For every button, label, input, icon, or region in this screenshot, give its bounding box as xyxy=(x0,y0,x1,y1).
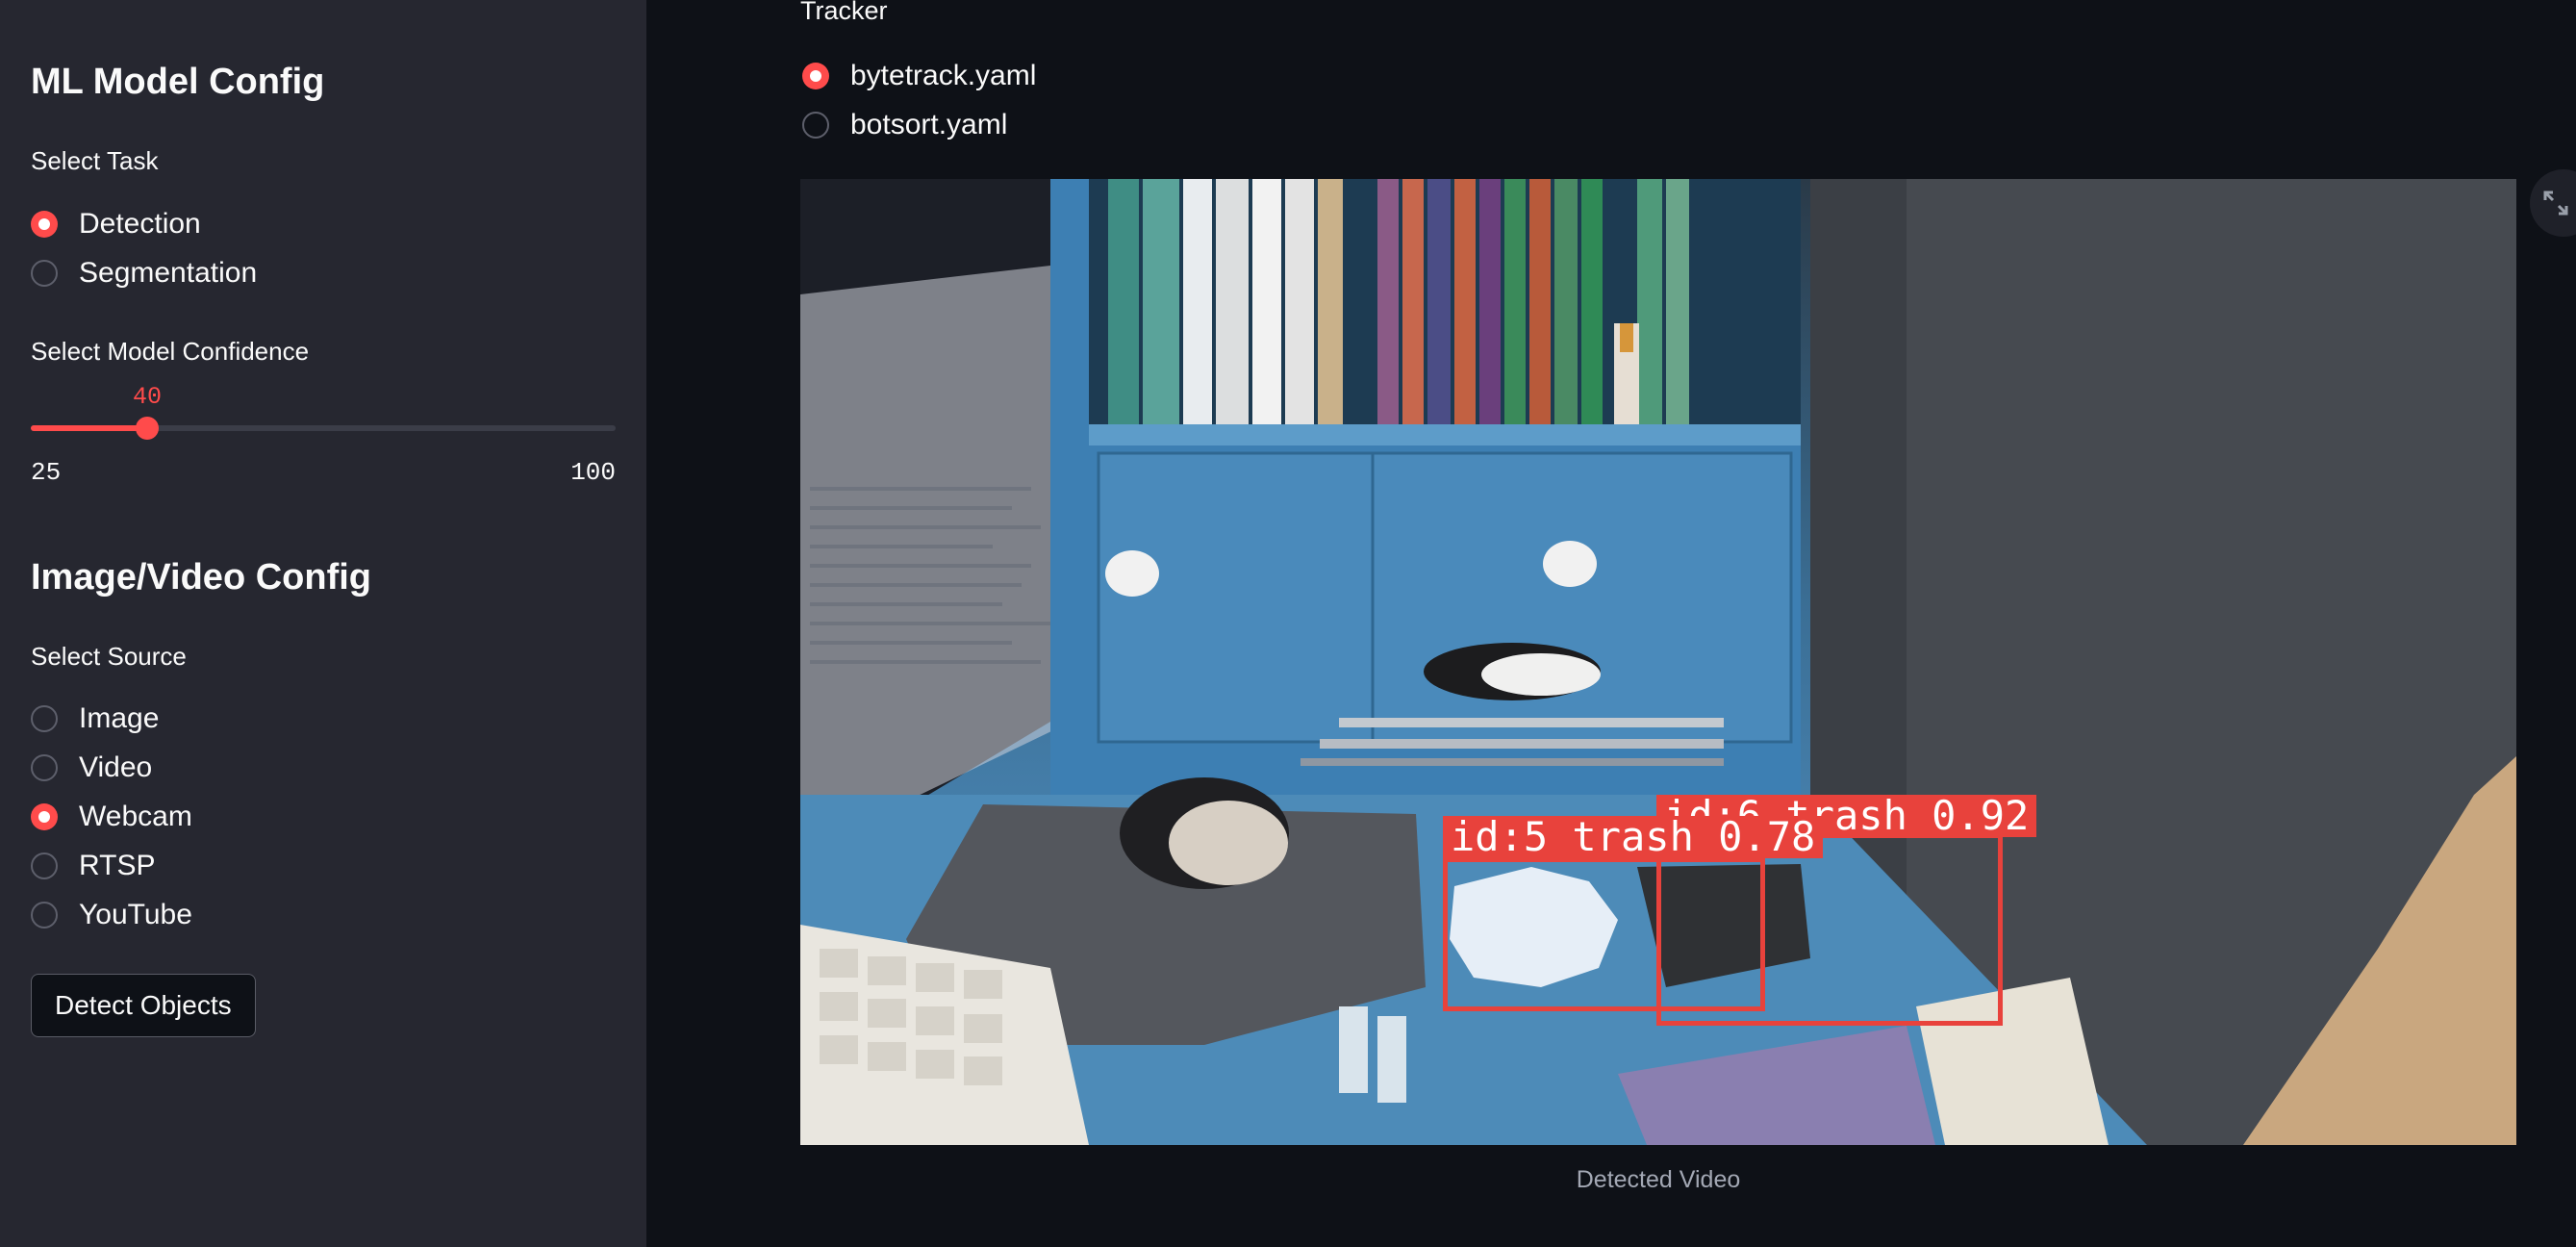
tracker-option-botsort[interactable]: botsort.yaml xyxy=(802,104,1007,146)
model-config-heading: ML Model Config xyxy=(31,62,325,102)
radio-unselected-icon xyxy=(31,853,58,879)
confidence-slider-fill xyxy=(31,425,147,431)
source-option-rtsp[interactable]: RTSP xyxy=(31,845,155,887)
select-source-label: Select Source xyxy=(31,642,187,671)
sidebar: ML Model Config Select Task Detection Se… xyxy=(0,0,646,1247)
source-option-youtube[interactable]: YouTube xyxy=(31,894,192,936)
main-content: Tracker bytetrack.yaml botsort.yaml id:6… xyxy=(646,0,2576,1247)
detect-objects-button[interactable]: Detect Objects xyxy=(31,974,256,1037)
radio-unselected-icon xyxy=(802,112,829,139)
detection-box-id5 xyxy=(1443,857,1765,1011)
radio-unselected-icon xyxy=(31,754,58,781)
radio-selected-icon xyxy=(31,211,58,238)
radio-selected-icon xyxy=(31,803,58,830)
detection-label-id5: id:5 trash 0.78 xyxy=(1443,816,1824,858)
fullscreen-button[interactable] xyxy=(2530,169,2576,237)
select-task-label: Select Task xyxy=(31,146,159,175)
fullscreen-expand-icon xyxy=(2543,191,2568,216)
source-option-image[interactable]: Image xyxy=(31,698,159,740)
source-option-video[interactable]: Video xyxy=(31,747,152,789)
confidence-slider-thumb[interactable] xyxy=(136,417,159,440)
radio-unselected-icon xyxy=(31,705,58,732)
video-caption: Detected Video xyxy=(1576,1166,1741,1193)
tracker-label: Tracker xyxy=(800,0,888,25)
confidence-slider[interactable] xyxy=(31,417,616,440)
confidence-slider-value: 40 xyxy=(132,383,163,411)
detected-video: id:6 trash 0.92 id:5 trash 0.78 xyxy=(800,179,2516,1145)
task-option-detection[interactable]: Detection xyxy=(31,203,201,245)
confidence-label: Select Model Confidence xyxy=(31,337,310,366)
radio-unselected-icon xyxy=(31,902,58,929)
task-option-segmentation[interactable]: Segmentation xyxy=(31,252,257,294)
image-video-config-heading: Image/Video Config xyxy=(31,557,372,598)
confidence-slider-max: 100 xyxy=(570,458,616,487)
confidence-slider-min: 25 xyxy=(31,458,62,487)
radio-unselected-icon xyxy=(31,260,58,287)
tracker-option-bytetrack[interactable]: bytetrack.yaml xyxy=(802,55,1036,97)
source-option-webcam[interactable]: Webcam xyxy=(31,796,192,838)
radio-selected-icon xyxy=(802,63,829,89)
